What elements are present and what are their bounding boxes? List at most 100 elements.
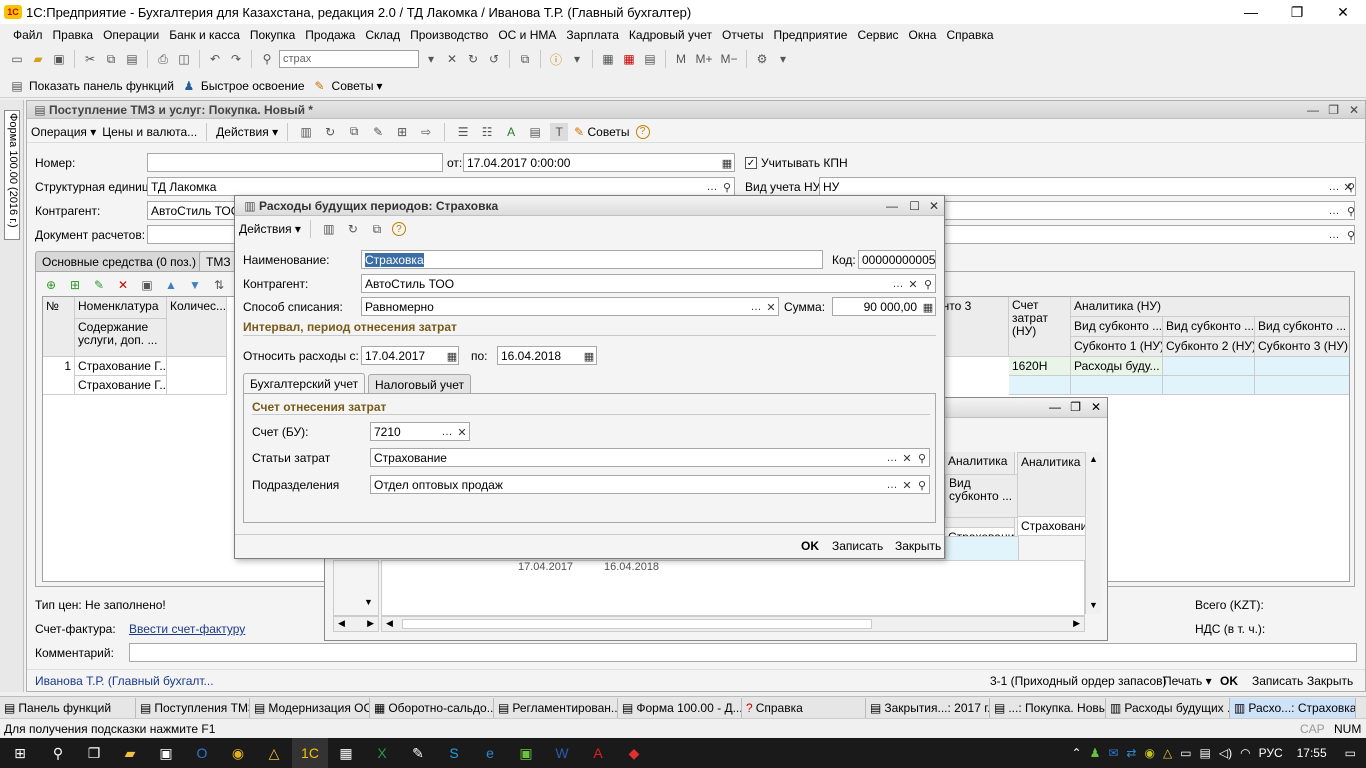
scroll-thumb[interactable] — [402, 619, 872, 629]
menu-operations[interactable]: Операции — [98, 28, 164, 42]
kpn-checkbox[interactable]: ✓ Учитывать КПН — [745, 156, 848, 170]
tray-language[interactable]: РУС — [1259, 746, 1283, 760]
tab-fixed-assets[interactable]: Основные средства (0 поз.) — [35, 251, 203, 271]
structure-icon[interactable]: ⊞ — [393, 123, 411, 141]
date-field[interactable]: 17.04.2017 0:00:00 — [463, 153, 735, 172]
tray-expand-icon[interactable]: ⌃ — [1072, 746, 1082, 760]
row-no[interactable]: 1 — [43, 357, 75, 395]
task-modernization[interactable]: ▤ Модернизация ОС — [250, 698, 370, 718]
method-field[interactable]: Равномерно — [361, 297, 779, 316]
code-field[interactable]: 00000000005 — [858, 250, 936, 269]
info-icon[interactable]: ⓘ — [547, 50, 565, 68]
font-icon[interactable]: T — [550, 122, 569, 141]
bgwin-close-icon[interactable]: ✕ — [1091, 400, 1101, 414]
select-icon[interactable]: … — [1327, 180, 1341, 194]
memory-minus-icon[interactable]: M− — [718, 50, 740, 68]
delete-icon[interactable]: ✕ — [114, 276, 132, 294]
menu-help[interactable]: Справка — [941, 28, 998, 42]
task-regulated[interactable]: ▤ Регламентирован... — [494, 698, 618, 718]
select-icon[interactable]: … — [749, 300, 763, 314]
list-icon[interactable]: ☰ — [454, 123, 472, 141]
store-icon[interactable]: ▣ — [148, 738, 184, 768]
bgwin-hscroll[interactable]: ◀ ▶ — [381, 616, 1085, 632]
row-account-2[interactable] — [1009, 376, 1071, 395]
dialog-ok-button[interactable]: OK — [801, 539, 819, 553]
windows-start-icon[interactable]: ⊞ — [0, 738, 40, 768]
os-search-icon[interactable]: ⚲ — [40, 738, 76, 768]
contractor-field[interactable]: АвтоСтиль ТОО — [361, 274, 936, 293]
scroll-left-icon[interactable]: ◀ — [386, 618, 393, 629]
word-icon[interactable]: W — [544, 738, 580, 768]
help-icon[interactable]: ? — [391, 222, 406, 236]
new-document-icon[interactable]: ▭ — [8, 50, 26, 68]
row-sub2[interactable] — [1163, 357, 1255, 376]
menu-assets[interactable]: ОС и НМА — [493, 28, 561, 42]
drive-icon[interactable]: △ — [256, 738, 292, 768]
calculator-icon[interactable]: ▦ — [921, 300, 935, 314]
settings-icon[interactable]: ⚙ — [753, 50, 771, 68]
anydesk-icon[interactable]: ◆ — [616, 738, 652, 768]
tray-teamviewer-icon[interactable]: ⇄ — [1126, 746, 1136, 760]
tab-accounting[interactable]: Бухгалтерский учет — [243, 373, 366, 394]
actions-button[interactable]: Действия ▾ — [216, 125, 278, 139]
dialog-save-button[interactable]: Записать — [832, 539, 883, 553]
calculator-icon[interactable]: ▦ — [599, 50, 617, 68]
notifications-icon[interactable]: ▭ — [1345, 746, 1356, 760]
menu-purchase[interactable]: Покупка — [245, 28, 300, 42]
copy-icon[interactable]: ⧉ — [102, 50, 120, 68]
ie-icon[interactable]: e — [472, 738, 508, 768]
checklist-icon[interactable]: ☷ — [478, 123, 496, 141]
edit-icon[interactable]: ✎ — [369, 123, 387, 141]
save-icon[interactable]: ▣ — [50, 50, 68, 68]
search-icon[interactable]: ⚲ — [1344, 180, 1358, 194]
select-icon[interactable]: … — [705, 180, 719, 194]
tray-clock[interactable]: 17:55 — [1297, 746, 1327, 760]
menu-bank[interactable]: Банк и касса — [164, 28, 245, 42]
close-icon[interactable]: ✕ — [1320, 0, 1366, 24]
menu-sales[interactable]: Продажа — [300, 28, 360, 42]
outlook-icon[interactable]: O — [184, 738, 220, 768]
scroll-right-icon[interactable]: ▶ — [1073, 618, 1080, 629]
calendar-icon[interactable]: ▦ — [720, 156, 734, 170]
select-icon[interactable]: … — [885, 478, 899, 492]
select-icon[interactable]: … — [440, 425, 454, 439]
task-deferred[interactable]: ▥ Расходы будущих ... — [1106, 698, 1230, 718]
app-icon[interactable]: ▣ — [508, 738, 544, 768]
windows-icon[interactable]: ⧉ — [516, 50, 534, 68]
tray-wifi-icon[interactable]: ◠ — [1240, 746, 1250, 760]
prices-button[interactable]: Цены и валюта... — [102, 125, 197, 139]
excel-icon[interactable]: X — [364, 738, 400, 768]
row-content[interactable]: Страхование Г... — [75, 376, 167, 395]
calendar-icon[interactable]: ▦ — [445, 349, 459, 363]
bgwin-hscroll-left[interactable]: ◀ ▶ — [333, 616, 379, 632]
print-icon[interactable]: ⎙ — [154, 50, 172, 68]
menu-hr[interactable]: Кадровый учет — [624, 28, 717, 42]
show-panel-button[interactable]: ▤ Показать панель функций — [8, 77, 174, 95]
calculator-icon[interactable]: ▦ — [328, 738, 364, 768]
clear-icon[interactable]: ✕ — [900, 478, 914, 492]
dropdown-icon[interactable]: ▾ — [774, 50, 792, 68]
select-icon[interactable]: … — [1327, 228, 1341, 242]
dialog-actions-button[interactable]: Действия ▾ — [239, 222, 301, 236]
footer-order[interactable]: 3-1 (Приходный ордер запасов) — [990, 674, 1167, 688]
tray-people-icon[interactable]: ♟ — [1090, 746, 1101, 760]
calendar-icon[interactable]: ▦ — [620, 50, 638, 68]
move-up-icon[interactable]: ▲ — [162, 276, 180, 294]
close-button[interactable]: Закрыть — [1307, 674, 1353, 688]
search-icon[interactable]: ⚲ — [915, 478, 929, 492]
clear-icon[interactable]: ✕ — [443, 50, 461, 68]
unit-field[interactable]: ТД Лакомка — [147, 177, 735, 196]
minimize-icon[interactable]: — — [1228, 0, 1274, 24]
row-sub3b[interactable] — [1255, 376, 1349, 395]
1c-icon[interactable]: 1С — [292, 738, 328, 768]
dialog-maximize-icon[interactable]: ☐ — [909, 199, 920, 213]
menu-warehouse[interactable]: Склад — [360, 28, 405, 42]
open-folder-icon[interactable]: ▰ — [29, 50, 47, 68]
tray-drive-icon[interactable]: △ — [1163, 746, 1172, 760]
tips-button[interactable]: ✎ Советы ▾ — [311, 77, 383, 95]
bgwin-minimize-icon[interactable]: — — [1049, 400, 1061, 414]
menu-salary[interactable]: Зарплата — [561, 28, 624, 42]
search-icon[interactable]: ⚲ — [1344, 228, 1358, 242]
copy-icon[interactable]: ⧉ — [345, 123, 363, 141]
goto-icon[interactable]: ⇨ — [417, 123, 435, 141]
